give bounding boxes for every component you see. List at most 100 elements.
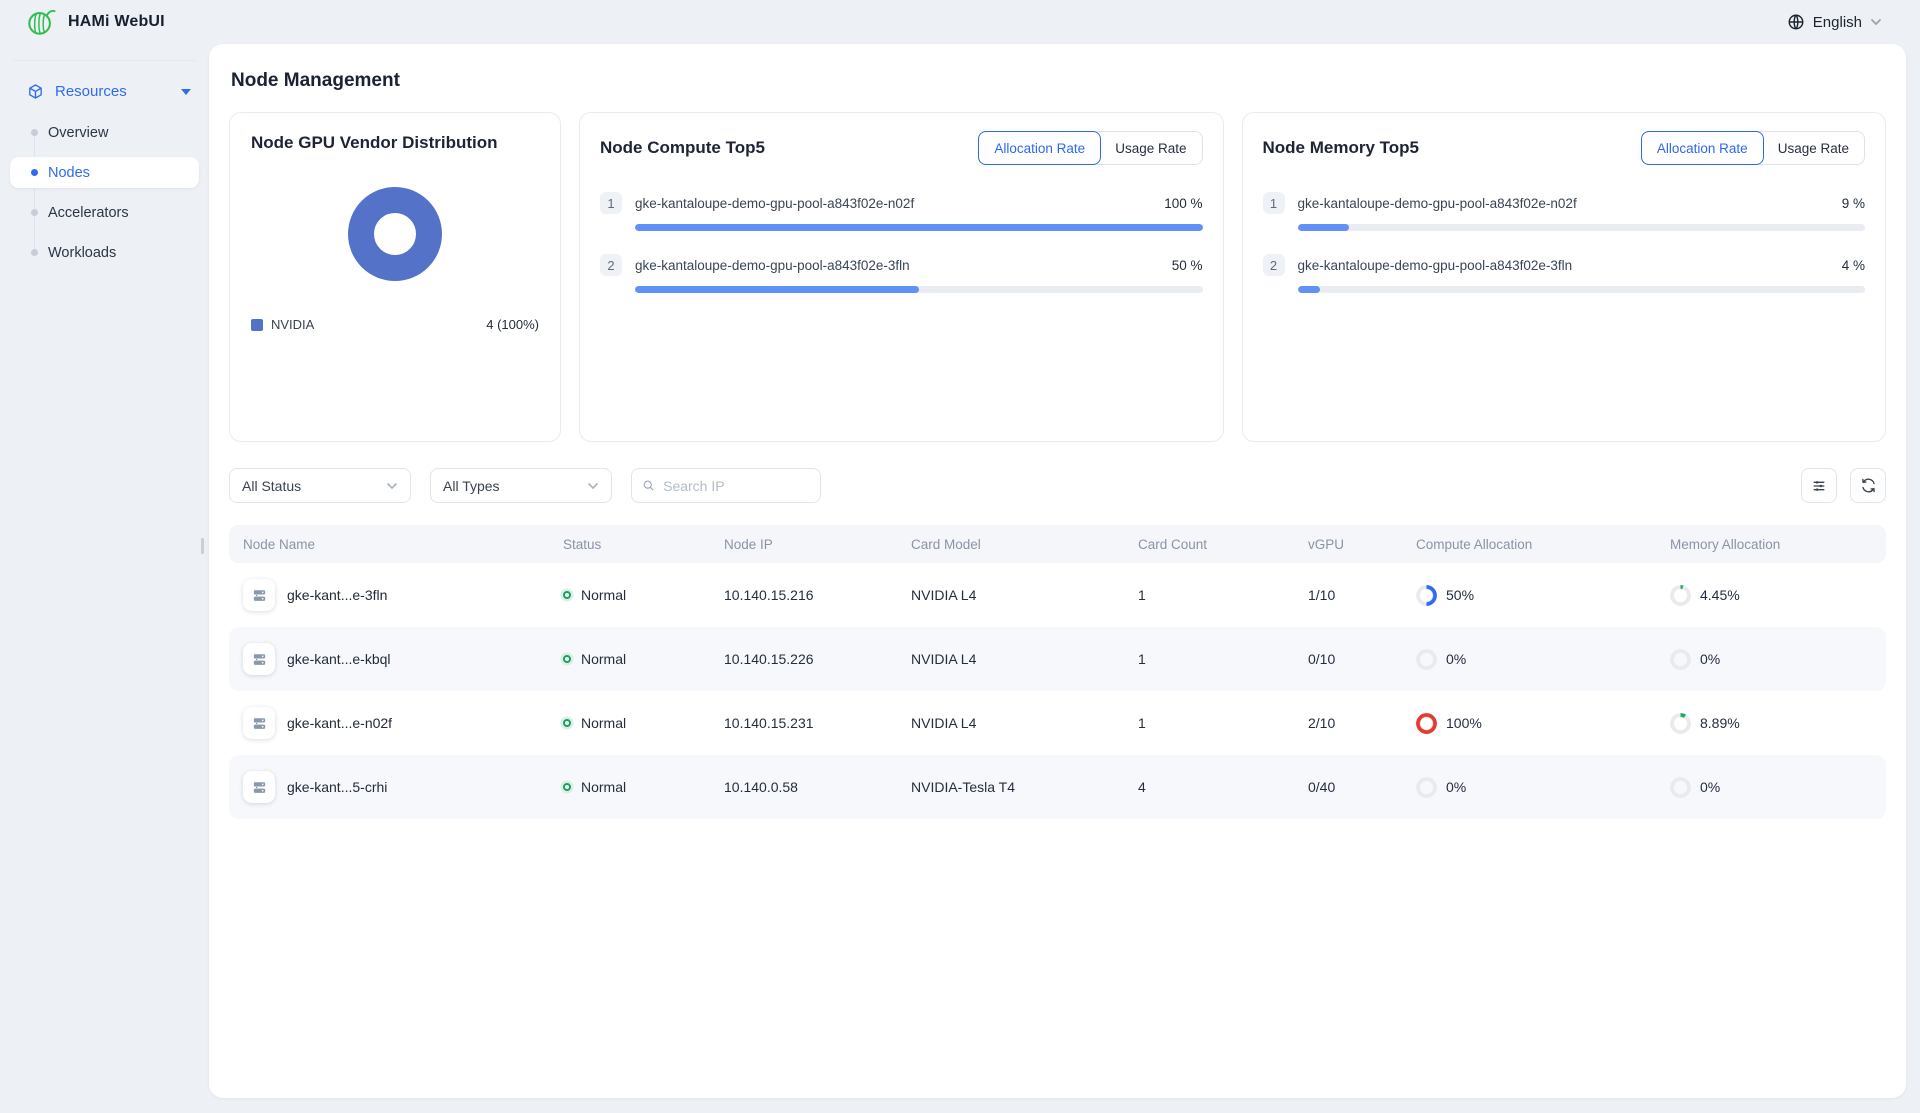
usage-rate-tab[interactable]: Usage Rate (1763, 132, 1864, 164)
node-ip: 10.140.0.58 (724, 779, 911, 795)
status-filter-select[interactable]: All Status (229, 468, 411, 503)
vgpu: 1/10 (1308, 587, 1416, 603)
main-panel: Node Management Node GPU Vendor Distribu… (209, 44, 1906, 1098)
percent-value: 100 % (1164, 196, 1202, 211)
sidebar-item-label: Overview (48, 125, 108, 141)
table-header-row: Node Name Status Node IP Card Model Card… (229, 525, 1886, 563)
node-name: gke-kantaloupe-demo-gpu-pool-a843f02e-3f… (635, 258, 910, 273)
type-filter-select[interactable]: All Types (430, 468, 612, 503)
status-filter-value: All Status (242, 478, 301, 494)
language-label: English (1813, 14, 1862, 31)
compute-top5-list: 1 gke-kantaloupe-demo-gpu-pool-a843f02e-… (600, 192, 1203, 293)
sidebar-item-overview[interactable]: Overview (10, 117, 199, 148)
list-item: 1 gke-kantaloupe-demo-gpu-pool-a843f02e-… (600, 192, 1203, 231)
rank-badge: 2 (1263, 254, 1285, 276)
list-item: 2 gke-kantaloupe-demo-gpu-pool-a843f02e-… (600, 254, 1203, 293)
column-settings-button[interactable] (1801, 468, 1837, 503)
bullet-dot-icon (31, 249, 38, 256)
search-input[interactable] (663, 478, 810, 494)
vgpu: 0/40 (1308, 779, 1416, 795)
legend-label: NVIDIA (271, 317, 314, 332)
sidebar-item-label: Nodes (48, 165, 90, 181)
bullet-dot-icon (31, 209, 38, 216)
legend-item-nvidia[interactable]: NVIDIA 4 (100%) (251, 317, 539, 332)
sidebar-item-workloads[interactable]: Workloads (10, 237, 199, 268)
page-title: Node Management (231, 70, 1886, 92)
node-name: gke-kant...5-crhi (287, 779, 387, 795)
compute-allocation-value: 0% (1446, 779, 1466, 795)
compute-allocation-ring (1416, 585, 1437, 606)
sidebar-item-nodes[interactable]: Nodes (10, 157, 199, 188)
card-count: 1 (1138, 651, 1308, 667)
summary-cards-row: Node GPU Vendor Distribution NVIDIA 4 (1… (229, 112, 1886, 442)
sidebar-item-label: Accelerators (48, 205, 129, 221)
progress-fill (635, 286, 919, 293)
sidebar: Resources Overview Nodes Accelerators Wo… (0, 44, 209, 1113)
server-icon (251, 779, 268, 796)
search-box (631, 468, 821, 503)
table-row[interactable]: gke-kant...5-crhi Normal 10.140.0.58 NVI… (229, 755, 1886, 819)
donut-ring (348, 187, 442, 281)
cube-icon (27, 83, 44, 100)
legend-value: 4 (100%) (486, 317, 539, 332)
table-row[interactable]: gke-kant...e-3fln Normal 10.140.15.216 N… (229, 563, 1886, 627)
card-title: Node Memory Top5 (1263, 138, 1419, 158)
percent-value: 9 % (1842, 196, 1865, 211)
language-selector[interactable]: English (1787, 13, 1882, 31)
server-icon (251, 715, 268, 732)
table-row[interactable]: gke-kant...e-kbql Normal 10.140.15.226 N… (229, 627, 1886, 691)
sidebar-section-resources[interactable]: Resources (10, 79, 199, 104)
table-row[interactable]: gke-kant...e-n02f Normal 10.140.15.231 N… (229, 691, 1886, 755)
scrollbar-thumb[interactable] (201, 538, 204, 554)
rank-badge: 1 (1263, 192, 1285, 214)
rate-toggle-group: Allocation Rate Usage Rate (978, 131, 1202, 165)
progress-bar (635, 224, 1203, 231)
memory-allocation-ring (1670, 585, 1691, 606)
memory-allocation-ring (1670, 713, 1691, 734)
percent-value: 4 % (1842, 258, 1865, 273)
node-name: gke-kantaloupe-demo-gpu-pool-a843f02e-n0… (635, 196, 914, 211)
vendor-distribution-card: Node GPU Vendor Distribution NVIDIA 4 (1… (229, 112, 561, 442)
column-header: Card Model (911, 537, 1138, 552)
server-icon (251, 587, 268, 604)
memory-allocation-value: 0% (1700, 651, 1720, 667)
legend-marker (251, 319, 263, 331)
search-icon (642, 478, 655, 493)
bullet-dot-icon (31, 129, 38, 136)
app-title: HAMi WebUI (68, 13, 165, 31)
compute-allocation-ring (1416, 777, 1437, 798)
list-item: 1 gke-kantaloupe-demo-gpu-pool-a843f02e-… (1263, 192, 1866, 231)
rank-badge: 2 (600, 254, 622, 276)
chevron-down-icon (386, 482, 398, 490)
compute-allocation-value: 100% (1446, 715, 1482, 731)
memory-allocation-value: 4.45% (1700, 587, 1740, 603)
node-chip (243, 707, 275, 739)
rate-toggle-group: Allocation Rate Usage Rate (1641, 131, 1865, 165)
progress-bar (1298, 286, 1866, 293)
compute-top5-card: Node Compute Top5 Allocation Rate Usage … (579, 112, 1224, 442)
status-label: Normal (581, 651, 626, 667)
menu-connector-line (34, 131, 35, 254)
rank-badge: 1 (600, 192, 622, 214)
sidebar-divider (14, 60, 195, 61)
node-name: gke-kantaloupe-demo-gpu-pool-a843f02e-3f… (1298, 258, 1573, 273)
server-icon (251, 651, 268, 668)
usage-rate-tab[interactable]: Usage Rate (1100, 132, 1201, 164)
refresh-icon (1860, 477, 1877, 494)
brand: HAMi WebUI (26, 7, 165, 37)
card-model: NVIDIA L4 (911, 587, 1138, 603)
allocation-rate-tab[interactable]: Allocation Rate (1641, 131, 1764, 165)
memory-allocation-ring (1670, 649, 1691, 670)
chevron-down-icon (587, 482, 599, 490)
node-name: gke-kant...e-n02f (287, 715, 392, 731)
node-ip: 10.140.15.216 (724, 587, 911, 603)
sidebar-item-accelerators[interactable]: Accelerators (10, 197, 199, 228)
refresh-button[interactable] (1850, 468, 1886, 503)
node-ip: 10.140.15.226 (724, 651, 911, 667)
node-chip (243, 579, 275, 611)
card-count: 1 (1138, 715, 1308, 731)
percent-value: 50 % (1172, 258, 1203, 273)
allocation-rate-tab[interactable]: Allocation Rate (978, 131, 1101, 165)
filters-row: All Status All Types (229, 468, 1886, 503)
progress-bar (1298, 224, 1866, 231)
